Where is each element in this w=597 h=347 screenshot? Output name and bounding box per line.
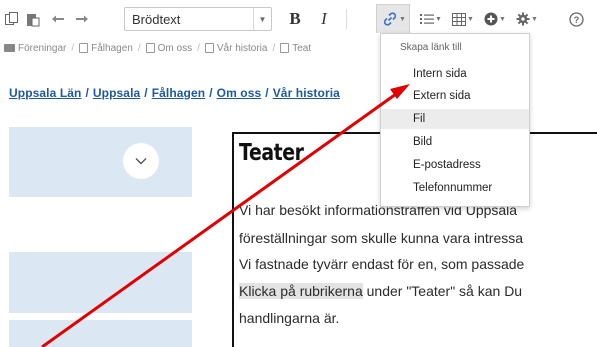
- link-menu-heading: Skapa länk till: [400, 42, 462, 53]
- path-item[interactable]: Om oss: [145, 42, 193, 54]
- menu-item-fil[interactable]: Fil: [381, 109, 529, 129]
- path-item[interactable]: Fålhagen: [79, 43, 133, 54]
- path-separator: /: [137, 42, 141, 54]
- table-icon[interactable]: ▼: [450, 9, 476, 29]
- breadcrumb-link[interactable]: Uppsala Län: [9, 86, 81, 100]
- path-separator: /: [272, 42, 276, 54]
- paragraph-style-select[interactable]: Brödtext ▼: [124, 7, 272, 31]
- path-separator: /: [197, 42, 200, 54]
- path-separator: /: [71, 42, 75, 54]
- path-item-label: Föreningar: [18, 42, 67, 54]
- menu-item-bild[interactable]: Bild: [381, 132, 529, 152]
- list-icon[interactable]: ▼: [418, 9, 444, 29]
- chevron-down-icon[interactable]: ▼: [253, 8, 271, 30]
- path-item-label: Om oss: [157, 42, 193, 54]
- expand-button[interactable]: [123, 143, 159, 179]
- breadcrumb-separator: /: [85, 86, 89, 100]
- insert-icon[interactable]: ▼: [482, 9, 508, 29]
- path-item[interactable]: Vår historia: [204, 42, 268, 54]
- page-icon: [145, 43, 155, 53]
- folder-icon: [4, 44, 15, 52]
- paragraph-line: Klicka på rubrikerna under "Teater" så k…: [239, 281, 522, 301]
- page-icon: [280, 43, 290, 53]
- paragraph-style-value: Brödtext: [132, 11, 181, 27]
- menu-item-telefonnummer[interactable]: Telefonnummer: [381, 178, 529, 198]
- sidebar-block: [9, 320, 192, 347]
- toolbar-divider: [346, 9, 347, 29]
- breadcrumb-separator: /: [144, 86, 148, 100]
- breadcrumb-link[interactable]: Om oss: [217, 86, 262, 100]
- page-icon: [79, 43, 89, 53]
- breadcrumb-separator: /: [209, 86, 213, 100]
- breadcrumb: Uppsala Län / Uppsala / Fålhagen / Om oss / Vår …: [9, 86, 340, 100]
- path-item-label: Teat: [292, 42, 312, 54]
- breadcrumb-separator: /: [265, 86, 269, 100]
- redo-icon[interactable]: [73, 9, 91, 29]
- menu-item-extern-sida[interactable]: Extern sida: [381, 86, 529, 106]
- link-icon[interactable]: ▼: [379, 9, 409, 29]
- undo-icon[interactable]: [49, 9, 67, 29]
- selected-text[interactable]: Klicka på rubrikerna: [239, 283, 363, 299]
- path-item[interactable]: Teat: [280, 43, 311, 54]
- svg-text:?: ?: [573, 15, 579, 25]
- paste-text-icon[interactable]: [2, 9, 20, 29]
- path-item-label: Vår historia: [216, 42, 268, 54]
- breadcrumb-link[interactable]: Uppsala: [93, 86, 140, 100]
- paragraph-line: handlingarna är.: [239, 310, 340, 326]
- bold-button[interactable]: B: [286, 9, 304, 29]
- settings-icon[interactable]: ▼: [514, 9, 540, 29]
- sidebar-block: [9, 252, 192, 313]
- menu-item-intern-sida[interactable]: Intern sida: [381, 64, 529, 84]
- italic-button[interactable]: I: [316, 9, 332, 29]
- paragraph-line: Vi fastnade tyvärr endast för en, som pa…: [239, 256, 525, 272]
- page-icon: [204, 43, 214, 53]
- paragraph-line: föreställningar som skulle kunna vara in…: [239, 230, 524, 246]
- path-item[interactable]: Föreningar: [4, 43, 66, 54]
- path-item-label: Fålhagen: [91, 42, 133, 54]
- link-menu: Skapa länk till Intern sida Extern sida …: [380, 33, 530, 207]
- help-icon[interactable]: ?: [565, 9, 587, 29]
- sidebar-block: [9, 127, 192, 197]
- breadcrumb-link[interactable]: Fålhagen: [152, 86, 205, 100]
- paste-word-icon[interactable]: [24, 9, 42, 29]
- paragraph-text: under "Teater" så kan Du: [366, 283, 523, 299]
- menu-item-e-postadress[interactable]: E-postadress: [381, 155, 529, 175]
- breadcrumb-link[interactable]: Vår historia: [273, 86, 340, 100]
- page-title: Teater: [239, 140, 304, 166]
- chevron-down-icon: [135, 158, 147, 165]
